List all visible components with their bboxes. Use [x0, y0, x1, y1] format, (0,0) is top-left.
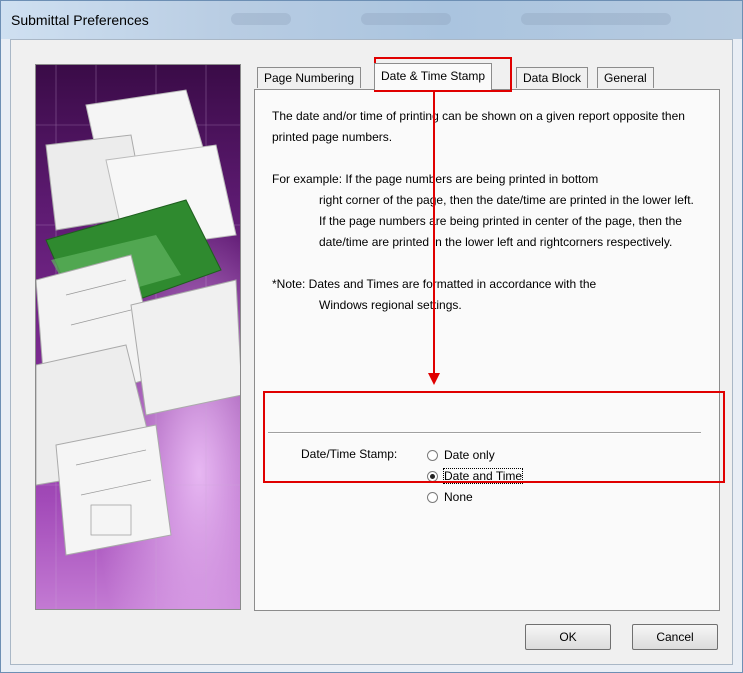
title-bar[interactable]: Submittal Preferences [1, 1, 742, 39]
blurred-background-text [361, 13, 451, 25]
tab-panel-date-time-stamp: The date and/or time of printing can be … [254, 89, 720, 611]
note-paragraph: *Note: Dates and Times are formatted in … [272, 274, 702, 316]
example-paragraph: For example: If the page numbers are bei… [272, 169, 702, 253]
blurred-background-text [521, 13, 671, 25]
radio-button-icon[interactable] [427, 492, 438, 503]
radio-none[interactable]: None [427, 488, 473, 506]
dialog-client-area: Page Numbering Date & Time Stamp Data Bl… [10, 39, 733, 665]
radio-label: None [444, 490, 473, 504]
example-indented: right corner of the page, then the date/… [319, 193, 694, 249]
window-title: Submittal Preferences [11, 12, 149, 28]
tab-data-block[interactable]: Data Block [516, 67, 589, 88]
tab-page-numbering[interactable]: Page Numbering [257, 67, 362, 88]
cancel-button[interactable]: Cancel [632, 624, 718, 650]
annotation-arrow-line [433, 91, 435, 376]
annotation-highlight-stamp-options [263, 391, 725, 483]
description-paragraph: The date and/or time of printing can be … [272, 109, 685, 144]
description-text: The date and/or time of printing can be … [272, 106, 702, 337]
ok-button[interactable]: OK [525, 624, 611, 650]
tab-date-time-stamp[interactable]: Date & Time Stamp [374, 63, 493, 90]
blueprint-illustration [35, 64, 241, 610]
note-indented: Windows regional settings. [319, 298, 462, 312]
example-first-line: For example: If the page numbers are bei… [272, 172, 599, 186]
blurred-background-text [231, 13, 291, 25]
blueprint-pages-icon [36, 65, 240, 609]
tab-general[interactable]: General [597, 67, 654, 88]
submittal-preferences-window: Submittal Preferences Page Numbering Dat… [0, 0, 743, 673]
annotation-arrow-down-icon [428, 373, 440, 385]
